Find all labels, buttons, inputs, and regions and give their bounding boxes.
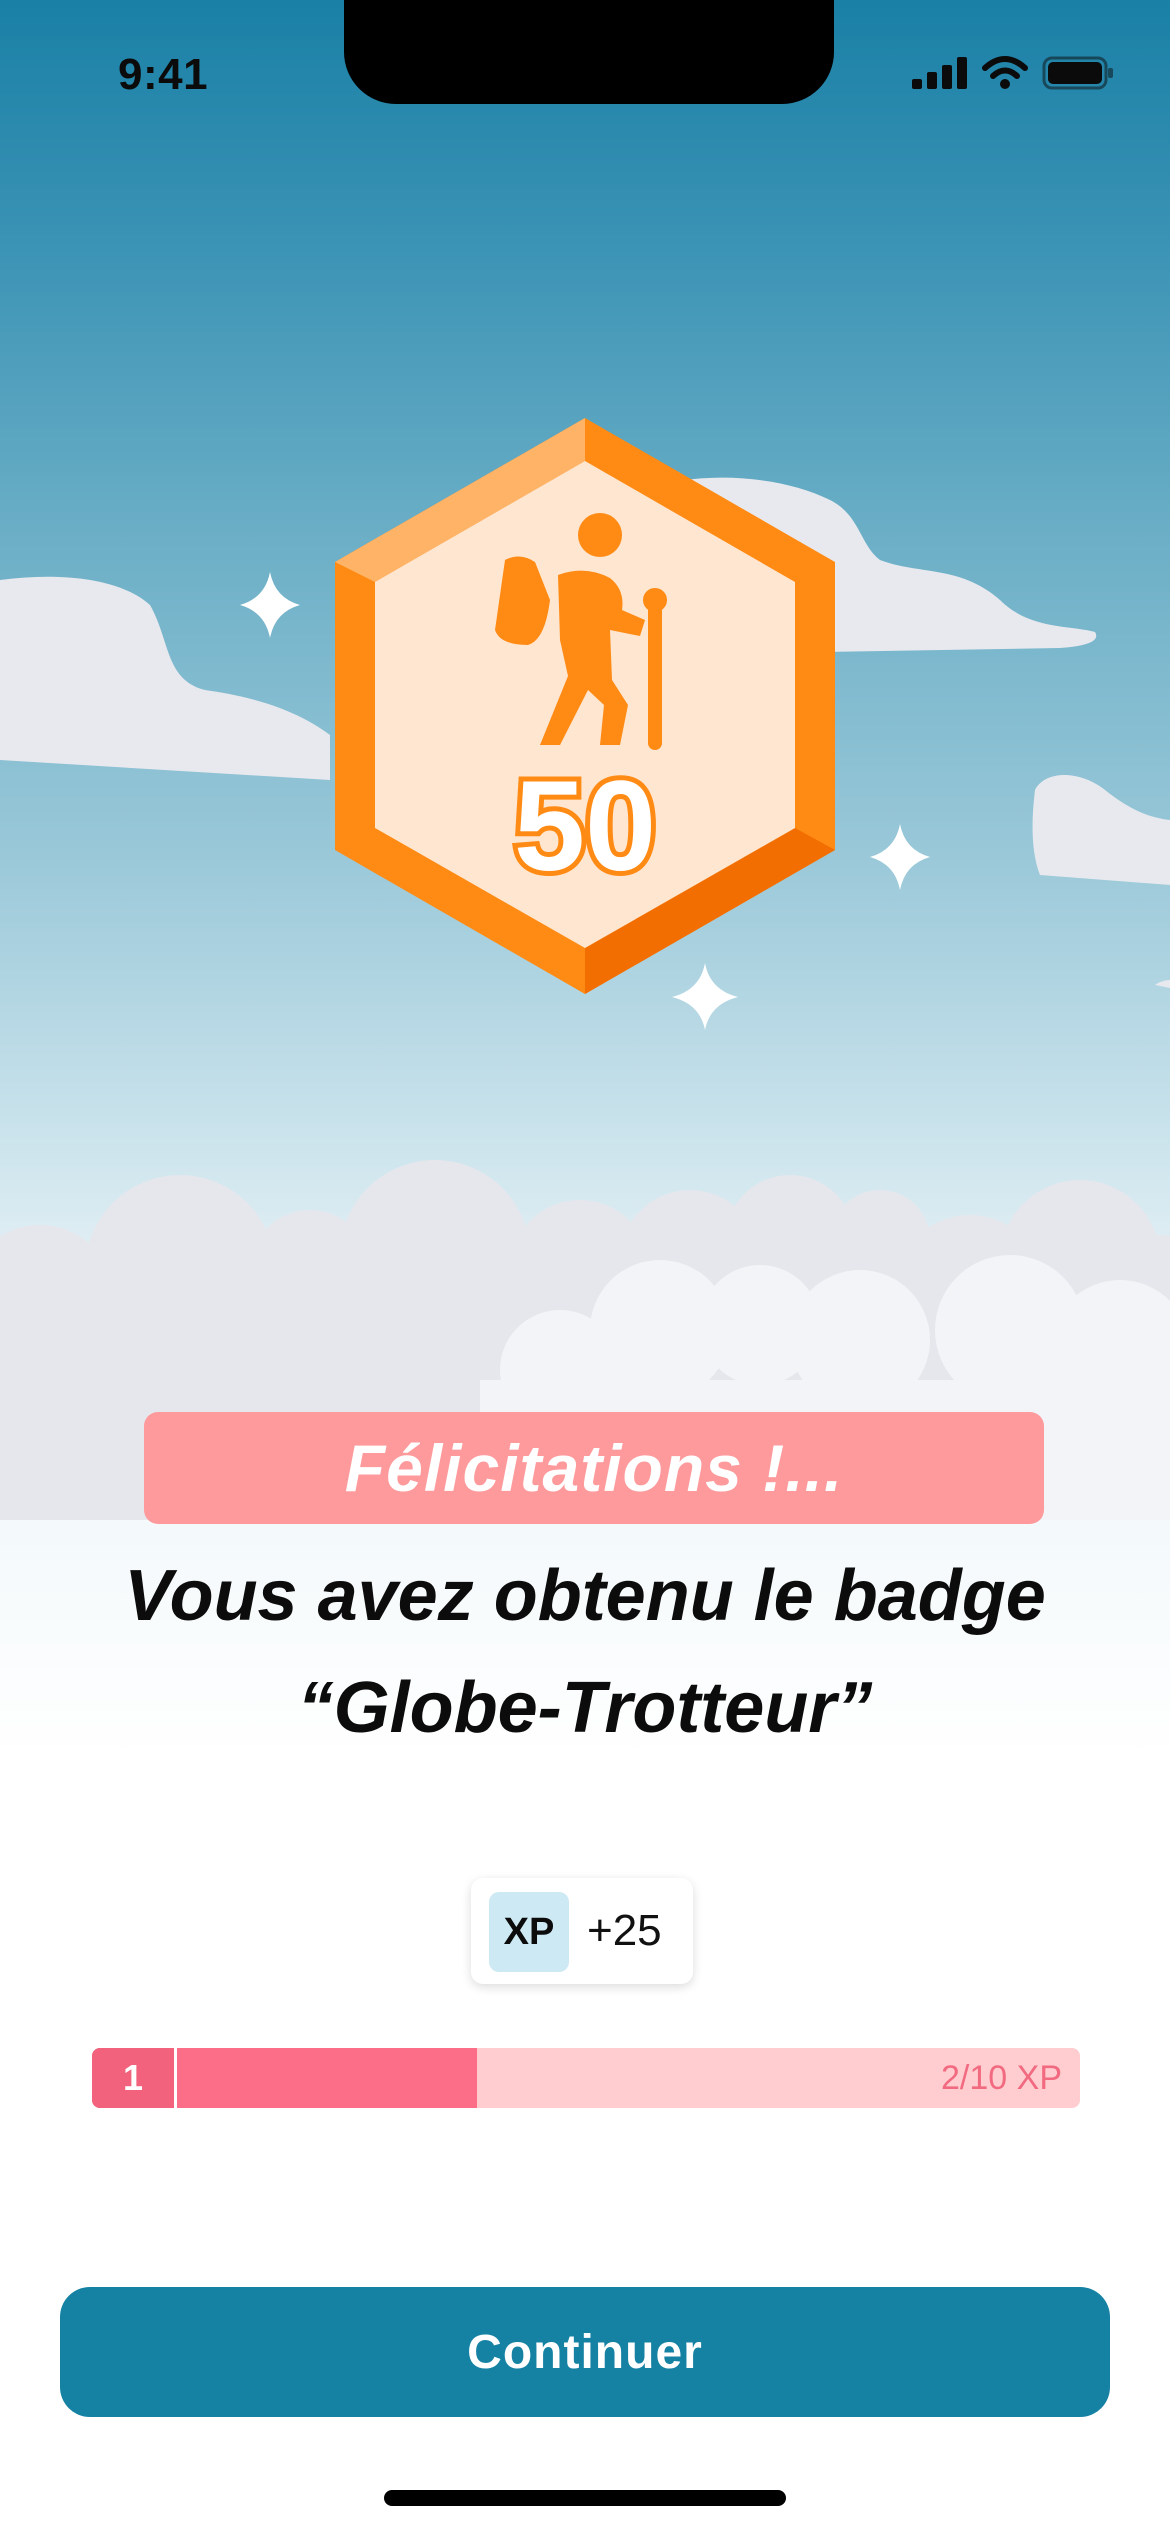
xp-label: XP bbox=[489, 1892, 569, 1972]
level-progress-bar: 1 2/10 XP bbox=[92, 2048, 1080, 2108]
illustration: 50 bbox=[0, 418, 1170, 1520]
badge-message-line1: Vous avez obtenu le badge bbox=[124, 1556, 1046, 1636]
badge-message-line2: “Globe-Trotteur” bbox=[297, 1668, 873, 1748]
badge-unlocked-screen: 50 9:41 Félicitations !... Vous avez obt… bbox=[0, 0, 1170, 2532]
continue-button[interactable]: Continuer bbox=[60, 2287, 1110, 2417]
level-number: 1 bbox=[92, 2048, 177, 2108]
home-indicator[interactable] bbox=[384, 2490, 786, 2506]
signal-icon bbox=[912, 57, 967, 89]
battery-icon bbox=[1042, 56, 1113, 90]
sparkle-icon bbox=[870, 824, 930, 890]
sparkle-icon bbox=[240, 572, 300, 638]
badge-message: Vous avez obtenu le badge “Globe-Trotteu… bbox=[40, 1540, 1130, 1764]
progress-xp-text: 2/10 XP bbox=[941, 2058, 1062, 2097]
sparkle-icon bbox=[672, 963, 738, 1030]
cloud-far-right bbox=[1032, 775, 1170, 885]
status-icons bbox=[912, 56, 1114, 90]
xp-reward-chip: XP +25 bbox=[471, 1878, 693, 1984]
status-time: 9:41 bbox=[118, 50, 209, 99]
xp-value: +25 bbox=[587, 1906, 662, 1955]
congratulations-banner: Félicitations !... bbox=[144, 1412, 1044, 1524]
wifi-icon bbox=[982, 56, 1028, 89]
camera-notch bbox=[344, 0, 834, 104]
congratulations-text: Félicitations !... bbox=[344, 1431, 844, 1505]
badge-number: 50 bbox=[514, 755, 656, 898]
